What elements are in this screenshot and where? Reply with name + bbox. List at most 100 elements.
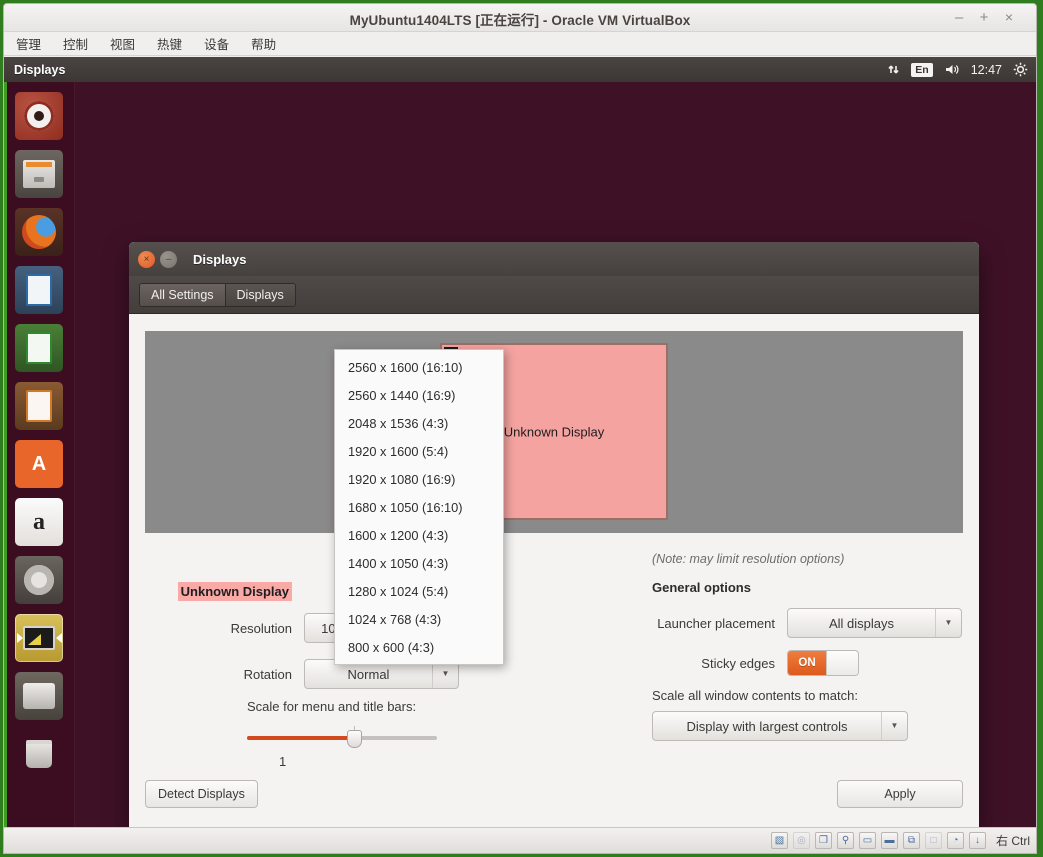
tab-displays[interactable]: Displays	[225, 284, 295, 306]
hard-disk-icon	[23, 683, 55, 709]
resolution-option[interactable]: 800 x 600 (4:3)	[335, 633, 503, 661]
rotation-value: Normal	[305, 667, 432, 682]
scale-slider[interactable]	[247, 728, 437, 748]
rotation-label: Rotation	[129, 667, 304, 682]
sticky-edges-toggle[interactable]: ON	[787, 650, 859, 676]
menu-item-help[interactable]: 帮助	[251, 32, 286, 55]
dialog-titlebar: × – Displays	[129, 242, 979, 276]
cpu-icon[interactable]: □	[925, 832, 942, 849]
resolution-option[interactable]: 1600 x 1200 (4:3)	[335, 521, 503, 549]
virtualbox-statusbar: ▧ ◎ ❐ ⚲ ▭ ▬ ⧉ □ ◔ ↓ 右 Ctrl	[4, 827, 1037, 853]
all-settings-button[interactable]: All Settings	[140, 284, 225, 306]
keyboard-layout-indicator[interactable]: En	[911, 63, 932, 77]
launcher-item-firefox[interactable]	[15, 208, 63, 256]
launcher-placement-combobox[interactable]: All displays ▼	[787, 608, 962, 638]
launcher-item-trash[interactable]	[15, 730, 63, 778]
sticky-edges-toggle-state: ON	[788, 651, 826, 675]
scale-all-label: Scale all window contents to match:	[652, 688, 979, 703]
resolution-option[interactable]: 1280 x 1024 (5:4)	[335, 577, 503, 605]
volume-icon[interactable]	[944, 63, 960, 76]
resolution-note: (Note: may limit resolution options)	[652, 552, 844, 566]
monitor-preview-area[interactable]: Unknown Display	[145, 331, 963, 533]
network-icon[interactable]: ❐	[815, 832, 832, 849]
resolution-option[interactable]: 1680 x 1050 (16:10)	[335, 493, 503, 521]
launcher-placement-value: All displays	[788, 616, 935, 631]
resolution-dropdown-menu[interactable]: 2560 x 1600 (16:10) 2560 x 1440 (16:9) 2…	[334, 349, 504, 665]
launcher-item-libreoffice-calc[interactable]	[15, 324, 63, 372]
menu-item-hotkeys[interactable]: 热键	[157, 32, 192, 55]
displays-dialog: × – Displays All Settings Displays	[129, 242, 979, 829]
resolution-option[interactable]: 2048 x 1536 (4:3)	[335, 409, 503, 437]
dialog-body: Unknown Display (Note: may limit resolut…	[129, 314, 979, 829]
menu-item-devices[interactable]: 设备	[204, 32, 239, 55]
window-close-button[interactable]: ×	[1000, 9, 1018, 27]
minimize-icon[interactable]: –	[160, 251, 177, 268]
ubuntu-logo-icon	[24, 101, 54, 131]
optical-disk-icon[interactable]: ◎	[793, 832, 810, 849]
mouse-integration-icon[interactable]: ◔	[947, 832, 964, 849]
apply-button[interactable]: Apply	[837, 780, 963, 808]
menu-item-manage[interactable]: 管理	[16, 32, 51, 55]
menu-item-control[interactable]: 控制	[63, 32, 98, 55]
gear-icon[interactable]	[1013, 62, 1028, 77]
sticky-edges-row: Sticky edges ON	[652, 650, 979, 676]
panel-indicators: En 12:47	[887, 62, 1036, 77]
sticky-edges-label: Sticky edges	[652, 656, 787, 671]
firefox-icon	[22, 215, 56, 249]
guest-additions-icon[interactable]: ↓	[969, 832, 986, 849]
gear-wrench-icon	[24, 565, 54, 595]
hard-disk-icon[interactable]: ▧	[771, 832, 788, 849]
document-icon	[26, 274, 52, 306]
window-maximize-button[interactable]: +	[975, 9, 993, 27]
launcher-item-libreoffice-impress[interactable]	[15, 382, 63, 430]
window-minimize-button[interactable]: –	[950, 9, 968, 27]
network-updown-icon[interactable]	[887, 63, 900, 76]
resolution-option[interactable]: 1400 x 1050 (4:3)	[335, 549, 503, 577]
video-capture-icon[interactable]: ⧉	[903, 832, 920, 849]
presentation-icon	[26, 390, 52, 422]
keyboard-layout-label: En	[911, 63, 932, 77]
resolution-option[interactable]: 1024 x 768 (4:3)	[335, 605, 503, 633]
display-icon[interactable]: ▬	[881, 832, 898, 849]
chevron-down-icon: ▼	[881, 712, 907, 740]
virtualbox-frame: MyUbuntu1404LTS [正在运行] - Oracle VM Virtu…	[3, 3, 1037, 854]
scale-all-value: Display with largest controls	[653, 719, 881, 734]
toolbar-button-group: All Settings Displays	[139, 283, 296, 307]
amazon-icon: a	[33, 509, 45, 536]
launcher-selected-arrow-right	[56, 633, 62, 643]
detect-displays-button[interactable]: Detect Displays	[145, 780, 258, 808]
launcher-item-ubuntu-dash[interactable]	[15, 92, 63, 140]
launcher-item-files[interactable]	[15, 150, 63, 198]
slider-handle[interactable]	[347, 730, 362, 748]
display-name-highlight: Unknown Display	[178, 582, 292, 601]
launcher-item-disk[interactable]	[15, 672, 63, 720]
launcher-item-system-settings[interactable]	[15, 556, 63, 604]
resolution-option[interactable]: 2560 x 1600 (16:10)	[335, 353, 503, 381]
general-options-column: General options Launcher placement All d…	[652, 580, 979, 741]
scale-all-combobox[interactable]: Display with largest controls ▼	[652, 711, 908, 741]
launcher-item-displays[interactable]	[15, 614, 63, 662]
slider-fill	[247, 736, 354, 740]
spreadsheet-icon	[26, 332, 52, 364]
resolution-option[interactable]: 1920 x 1080 (16:9)	[335, 465, 503, 493]
clock-indicator[interactable]: 12:47	[971, 63, 1002, 77]
launcher-item-amazon[interactable]: a	[15, 498, 63, 546]
shared-folders-icon[interactable]: ▭	[859, 832, 876, 849]
resolution-option[interactable]: 1920 x 1600 (5:4)	[335, 437, 503, 465]
chevron-down-icon: ▼	[935, 609, 961, 637]
usb-icon[interactable]: ⚲	[837, 832, 854, 849]
window-titlebar: MyUbuntu1404LTS [正在运行] - Oracle VM Virtu…	[4, 4, 1036, 32]
launcher-item-libreoffice-writer[interactable]	[15, 266, 63, 314]
close-icon[interactable]: ×	[138, 251, 155, 268]
unity-launcher: A a	[4, 82, 75, 829]
dialog-toolbar: All Settings Displays	[129, 276, 979, 314]
dialog-title: Displays	[193, 252, 246, 267]
resolution-option[interactable]: 2560 x 1440 (16:9)	[335, 381, 503, 409]
scale-slider-label: Scale for menu and title bars:	[247, 699, 519, 714]
virtualbox-menubar: 管理 控制 视图 热键 设备 帮助	[4, 32, 1036, 56]
menu-item-view[interactable]: 视图	[110, 32, 145, 55]
resolution-label: Resolution	[129, 621, 304, 636]
launcher-item-ubuntu-software-center[interactable]: A	[15, 440, 63, 488]
general-options-title: General options	[652, 580, 979, 595]
launcher-edge-accent	[4, 82, 7, 829]
